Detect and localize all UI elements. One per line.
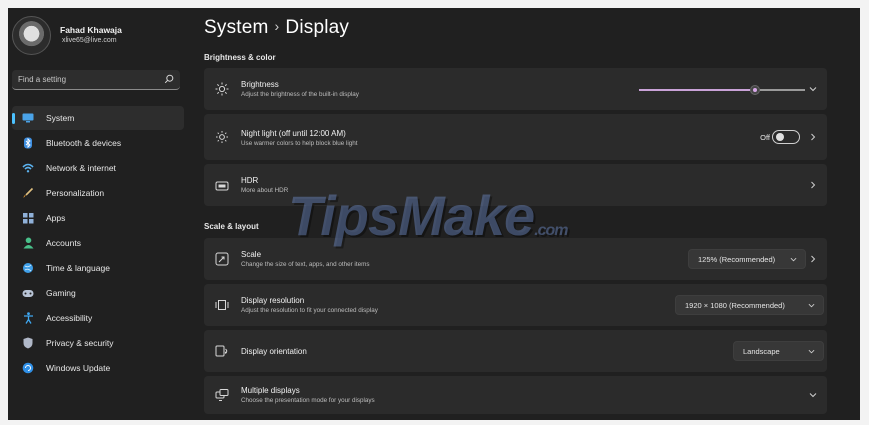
person-icon — [22, 237, 34, 249]
resolution-dropdown[interactable]: 1920 × 1080 (Recommended) — [675, 295, 824, 315]
orientation-value: Landscape — [743, 346, 780, 356]
shield-icon — [22, 337, 34, 349]
sidebar-item-bluetooth-devices[interactable]: Bluetooth & devices — [12, 131, 184, 155]
scale-dropdown[interactable]: 125% (Recommended) — [688, 249, 806, 269]
chevron-down-icon — [808, 349, 815, 354]
sidebar-item-apps[interactable]: Apps — [12, 206, 184, 230]
sun-icon — [215, 82, 229, 96]
chevron-down-icon[interactable] — [809, 85, 817, 93]
watermark-suffix: .com — [534, 222, 568, 239]
search-box — [12, 70, 180, 90]
orientation-dropdown[interactable]: Landscape — [733, 341, 824, 361]
hdr-more-link[interactable]: More about HDR — [241, 187, 288, 194]
night-light-row[interactable]: Night light (off until 12:00 AM) Use war… — [204, 114, 827, 160]
chevron-down-icon[interactable] — [809, 391, 817, 399]
slider-track-rest — [760, 89, 805, 91]
hdr-icon — [215, 181, 229, 191]
sidebar-item-time-language[interactable]: Time & language — [12, 256, 184, 280]
section-title-brightness-color: Brightness & color — [204, 53, 276, 62]
hdr-row[interactable]: HDR More about HDR — [204, 164, 827, 206]
chevron-down-icon — [790, 257, 797, 262]
sidebar-item-accounts[interactable]: Accounts — [12, 231, 184, 255]
hdr-title: HDR — [241, 176, 259, 185]
night-light-state: Off — [760, 133, 770, 142]
sidebar-item-system[interactable]: System — [12, 106, 184, 130]
night-light-toggle[interactable] — [772, 130, 800, 144]
sidebar-item-label: System — [46, 113, 75, 123]
accessibility-icon — [22, 312, 34, 324]
brush-icon — [22, 187, 34, 199]
sidebar-item-accessibility[interactable]: Accessibility — [12, 306, 184, 330]
bluetooth-icon — [22, 137, 34, 149]
orientation-title: Display orientation — [241, 347, 307, 356]
sidebar-item-label: Accessibility — [46, 313, 93, 323]
search-input[interactable] — [12, 70, 158, 88]
sidebar-item-label: Apps — [46, 213, 66, 223]
settings-window: Fahad Khawaja xlive65@live.com System — [8, 8, 860, 420]
sidebar-item-label: Bluetooth & devices — [46, 138, 122, 148]
sidebar-item-label: Windows Update — [46, 363, 111, 373]
sidebar-item-label: Privacy & security — [46, 338, 114, 348]
slider-fill — [639, 89, 750, 91]
scale-title: Scale — [241, 250, 262, 259]
search-icon[interactable] — [164, 74, 174, 84]
page-title: System › Display — [204, 17, 349, 39]
sidebar-item-label: Network & internet — [46, 163, 116, 173]
sidebar-item-label: Time & language — [46, 263, 110, 273]
sidebar-item-privacy-security[interactable]: Privacy & security — [12, 331, 184, 355]
brightness-slider[interactable] — [639, 85, 805, 95]
resolution-subtitle: Adjust the resolution to fit your connec… — [241, 307, 378, 314]
resolution-icon — [215, 300, 229, 310]
sidebar-item-personalization[interactable]: Personalization — [12, 181, 184, 205]
multiple-displays-title: Multiple displays — [241, 386, 300, 395]
user-profile[interactable]: Fahad Khawaja xlive65@live.com — [12, 16, 188, 58]
update-icon — [22, 362, 34, 374]
sidebar-item-label: Gaming — [46, 288, 76, 298]
scale-value: 125% (Recommended) — [698, 254, 776, 264]
wifi-icon — [22, 162, 34, 174]
scale-subtitle: Change the size of text, apps, and other… — [241, 261, 370, 268]
sidebar-item-label: Accounts — [46, 238, 81, 248]
brightness-row[interactable]: Brightness Adjust the brightness of the … — [204, 68, 827, 110]
multiple-displays-icon — [215, 389, 229, 401]
sidebar-item-windows-update[interactable]: Windows Update — [12, 356, 184, 380]
night-light-title: Night light (off until 12:00 AM) — [241, 129, 346, 138]
profile-name: Fahad Khawaja — [60, 25, 122, 35]
breadcrumb-section[interactable]: System — [204, 17, 269, 38]
chevron-down-icon — [808, 303, 815, 308]
profile-email: xlive65@live.com — [62, 37, 117, 44]
brightness-title: Brightness — [241, 80, 279, 89]
globe-icon — [22, 262, 34, 274]
chevron-right-icon[interactable] — [809, 133, 817, 141]
chevron-right-icon[interactable] — [809, 255, 817, 263]
slider-thumb[interactable] — [750, 85, 760, 95]
sidebar-item-network-internet[interactable]: Network & internet — [12, 156, 184, 180]
scale-icon — [215, 252, 229, 266]
active-indicator — [12, 113, 15, 124]
avatar — [12, 16, 51, 55]
chevron-right-icon[interactable] — [809, 181, 817, 189]
scale-row[interactable]: Scale Change the size of text, apps, and… — [204, 238, 827, 280]
resolution-value: 1920 × 1080 (Recommended) — [685, 300, 785, 310]
brightness-sun-icon — [216, 131, 228, 143]
section-title-scale-layout: Scale & layout — [204, 222, 259, 231]
multiple-displays-subtitle: Choose the presentation mode for your di… — [241, 397, 375, 404]
multiple-displays-row[interactable]: Multiple displays Choose the presentatio… — [204, 376, 827, 414]
apps-icon — [22, 212, 34, 224]
resolution-title: Display resolution — [241, 296, 305, 305]
sidebar: Fahad Khawaja xlive65@live.com System — [8, 8, 188, 420]
gamepad-icon — [22, 287, 34, 299]
orientation-icon — [215, 345, 228, 357]
brightness-subtitle: Adjust the brightness of the built-in di… — [241, 91, 359, 98]
monitor-icon — [22, 112, 34, 124]
sidebar-item-gaming[interactable]: Gaming — [12, 281, 184, 305]
sidebar-item-label: Personalization — [46, 188, 105, 198]
breadcrumb-separator: › — [274, 18, 280, 34]
breadcrumb-page: Display — [285, 17, 350, 38]
sidebar-nav: System Bluetooth & devices Network & int… — [12, 106, 184, 381]
night-light-subtitle: Use warmer colors to help block blue lig… — [241, 140, 358, 147]
display-orientation-row[interactable]: Display orientation Landscape — [204, 330, 827, 372]
display-resolution-row[interactable]: Display resolution Adjust the resolution… — [204, 284, 827, 326]
